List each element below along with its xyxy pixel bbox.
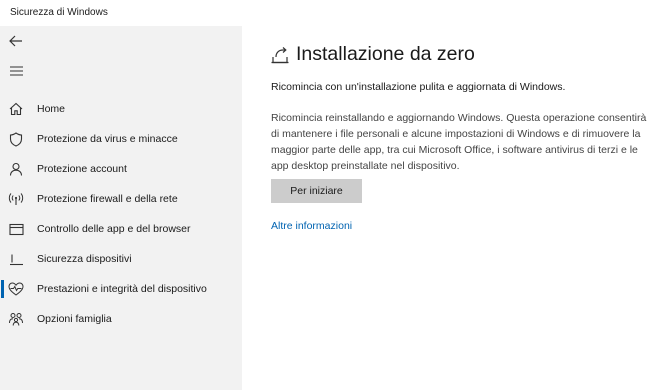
wireless-antenna-icon bbox=[8, 191, 24, 207]
sidebar-item-family-options[interactable]: Opzioni famiglia bbox=[0, 304, 242, 334]
start-button[interactable]: Per iniziare bbox=[271, 179, 362, 203]
active-indicator bbox=[1, 280, 4, 298]
fresh-start-icon bbox=[270, 45, 290, 65]
sidebar-item-device-performance[interactable]: Prestazioni e integrità del dispositivo bbox=[0, 274, 242, 304]
sidebar: Home Protezione da virus e minacce Prote… bbox=[0, 26, 242, 390]
page-header: Installazione da zero bbox=[270, 43, 475, 66]
sidebar-item-label: Prestazioni e integrità del dispositivo bbox=[37, 283, 207, 295]
page-title: Installazione da zero bbox=[296, 43, 475, 65]
sidebar-item-virus-protection[interactable]: Protezione da virus e minacce bbox=[0, 124, 242, 154]
app-window-icon bbox=[8, 221, 24, 237]
sidebar-item-label: Sicurezza dispositivi bbox=[37, 253, 132, 265]
window-title: Sicurezza di Windows bbox=[10, 7, 108, 18]
sidebar-nav: Home Protezione da virus e minacce Prote… bbox=[0, 94, 242, 334]
home-icon bbox=[8, 101, 24, 117]
main-content: Installazione da zero Ricomincia con un'… bbox=[242, 26, 650, 390]
sidebar-item-app-browser-control[interactable]: Controllo delle app e del browser bbox=[0, 214, 242, 244]
back-button[interactable] bbox=[4, 29, 28, 53]
sidebar-item-label: Home bbox=[37, 103, 66, 115]
sidebar-item-label: Opzioni famiglia bbox=[37, 313, 112, 325]
menu-button[interactable] bbox=[4, 59, 28, 83]
laptop-icon bbox=[8, 251, 24, 267]
back-arrow-icon bbox=[9, 35, 22, 47]
more-info-link[interactable]: Altre informazioni bbox=[271, 220, 352, 232]
sidebar-item-label: Protezione account bbox=[37, 163, 127, 175]
family-icon bbox=[8, 311, 24, 327]
sidebar-item-device-security[interactable]: Sicurezza dispositivi bbox=[0, 244, 242, 274]
page-subtitle: Ricomincia con un'installazione pulita e… bbox=[271, 81, 566, 93]
hamburger-menu-icon bbox=[9, 66, 23, 76]
sidebar-item-label: Protezione da virus e minacce bbox=[37, 133, 178, 145]
sidebar-item-home[interactable]: Home bbox=[0, 94, 242, 124]
page-description: Ricomincia reinstallando e aggiornando W… bbox=[271, 112, 647, 172]
sidebar-item-label: Protezione firewall e della rete bbox=[37, 193, 178, 205]
heart-pulse-icon bbox=[8, 281, 24, 297]
person-icon bbox=[8, 161, 24, 177]
sidebar-item-label: Controllo delle app e del browser bbox=[37, 223, 191, 235]
shield-icon bbox=[8, 131, 24, 147]
sidebar-item-firewall[interactable]: Protezione firewall e della rete bbox=[0, 184, 242, 214]
title-bar: Sicurezza di Windows bbox=[0, 0, 650, 26]
sidebar-item-account-protection[interactable]: Protezione account bbox=[0, 154, 242, 184]
